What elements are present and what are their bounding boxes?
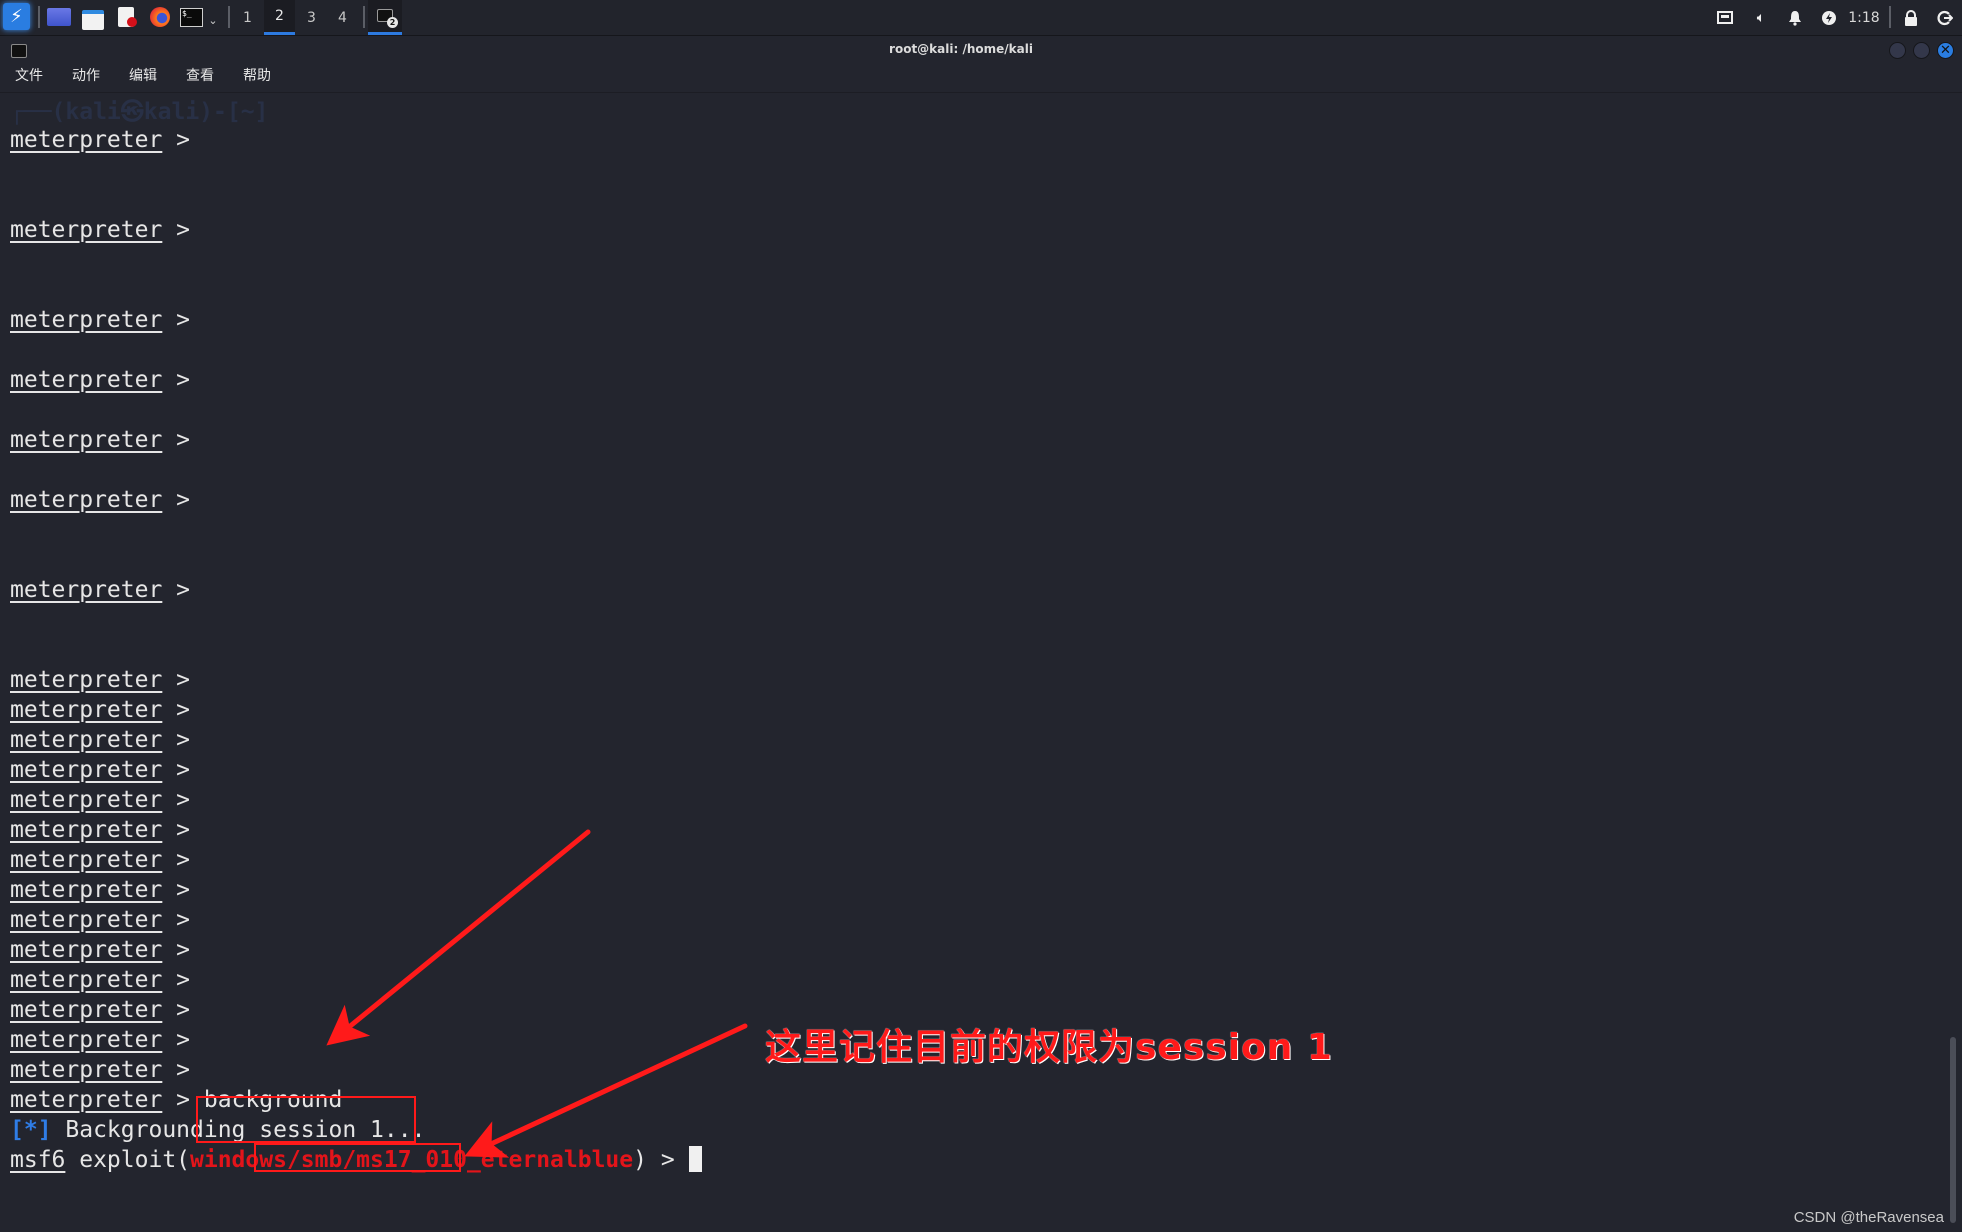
annotation-text: 这里记住目前的权限为session 1	[765, 1027, 1333, 1068]
annotation-arrow-2	[464, 1023, 748, 1158]
watermark: CSDN @theRavensea	[1793, 1209, 1944, 1226]
annotation-arrow-1	[326, 829, 591, 1046]
